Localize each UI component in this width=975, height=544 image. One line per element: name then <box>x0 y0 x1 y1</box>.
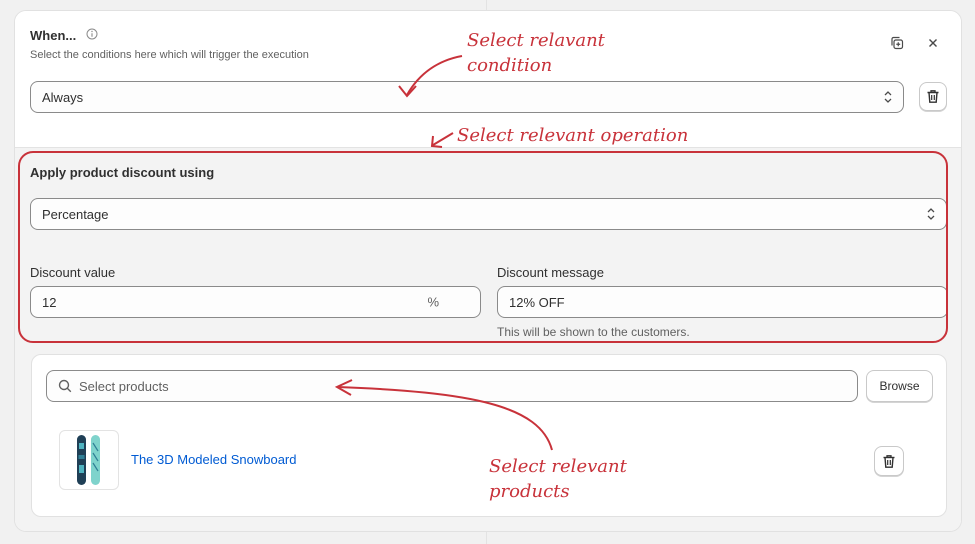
duplicate-button[interactable] <box>886 32 908 54</box>
annotation-condition-line1: Select relavant <box>467 30 605 51</box>
annotation-products-line2: products <box>489 481 570 502</box>
info-icon[interactable] <box>86 28 98 40</box>
operation-type-value: Percentage <box>42 206 109 222</box>
operation-title: Apply product discount using <box>30 165 215 180</box>
percent-suffix: % <box>427 294 439 310</box>
trash-icon <box>883 454 895 468</box>
discount-message-text: 12% OFF <box>509 294 565 310</box>
browse-button[interactable]: Browse <box>866 370 933 402</box>
delete-condition-button[interactable] <box>919 82 947 111</box>
select-chevron-icon <box>927 208 935 220</box>
discount-message-label: Discount message <box>497 265 604 280</box>
search-icon <box>58 379 72 393</box>
annotation-condition-line2: condition <box>467 55 553 76</box>
product-title-link[interactable]: The 3D Modeled Snowboard <box>131 452 297 467</box>
annotation-operation: Select relevant operation <box>457 125 689 146</box>
close-icon <box>929 39 937 47</box>
trash-icon <box>927 90 939 103</box>
when-title: When... <box>30 28 77 43</box>
select-chevron-icon <box>884 91 892 103</box>
product-search-input[interactable]: Select products <box>46 370 858 402</box>
remove-product-button[interactable] <box>874 446 904 476</box>
when-subtitle: Select the conditions here which will tr… <box>30 49 309 61</box>
rule-card: When... Select the conditions here which… <box>14 10 962 532</box>
operation-type-select[interactable]: Percentage <box>30 198 947 230</box>
discount-value-input[interactable]: 12 % <box>30 286 481 318</box>
product-thumbnail <box>59 430 119 490</box>
snowboard-image <box>77 435 100 485</box>
product-search-placeholder: Select products <box>79 378 169 394</box>
discount-message-input[interactable]: 12% OFF <box>497 286 948 318</box>
duplicate-icon <box>891 36 904 50</box>
condition-select-value: Always <box>42 89 84 105</box>
close-button[interactable] <box>922 32 944 54</box>
condition-select[interactable]: Always <box>30 81 904 113</box>
discount-message-help: This will be shown to the customers. <box>497 325 690 339</box>
discount-value-label: Discount value <box>30 265 116 280</box>
discount-value-text: 12 <box>42 294 57 310</box>
annotation-products-line1: Select relevant <box>489 456 627 477</box>
